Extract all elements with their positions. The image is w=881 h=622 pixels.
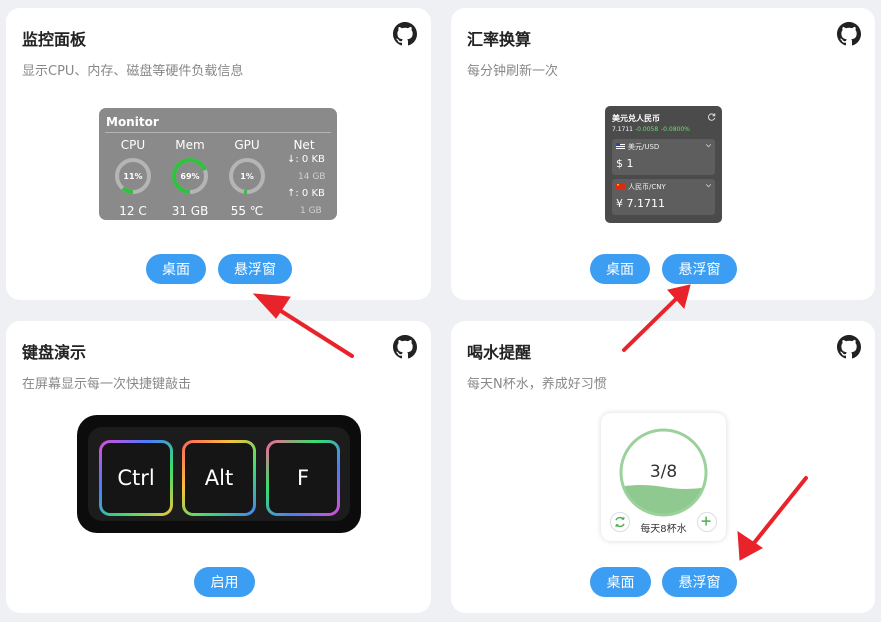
chevron-down-icon bbox=[706, 184, 711, 188]
key-ctrl: Ctrl bbox=[99, 440, 173, 516]
desktop-button[interactable]: 桌面 bbox=[146, 254, 206, 284]
github-icon[interactable] bbox=[393, 335, 417, 359]
to-amount-output: ¥ 7.1711 bbox=[616, 197, 665, 210]
net-upload: ↑: 0 KB bbox=[287, 188, 325, 199]
github-icon[interactable] bbox=[837, 335, 861, 359]
key-label: F bbox=[269, 443, 337, 513]
cpu-percent: 11% bbox=[123, 172, 142, 181]
water-widget-preview: 3/8 每天8杯水 bbox=[601, 413, 726, 541]
gpu-temp: 55 ℃ bbox=[230, 204, 264, 218]
key-label: Ctrl bbox=[102, 443, 170, 513]
divider bbox=[105, 132, 331, 133]
chevron-down-icon bbox=[706, 144, 711, 148]
mem-gauge: 69% bbox=[172, 158, 208, 194]
card-keyboard: 键盘演示 在屏幕显示每一次快捷键敲击 Ctrl Alt F 启用 bbox=[6, 321, 431, 613]
gpu-label: GPU bbox=[234, 138, 260, 152]
net-download-total: 14 GB bbox=[298, 172, 326, 182]
card-title: 汇率换算 bbox=[467, 30, 532, 49]
card-description: 每分钟刷新一次 bbox=[467, 64, 559, 79]
enable-button[interactable]: 启用 bbox=[194, 567, 255, 597]
from-amount-input[interactable]: $ 1 bbox=[616, 157, 634, 170]
add-cup-button[interactable] bbox=[697, 512, 717, 532]
key-f: F bbox=[266, 440, 340, 516]
card-monitor: 监控面板 显示CPU、内存、磁盘等硬件负载信息 Monitor CPU Mem … bbox=[6, 8, 431, 300]
key-label: Alt bbox=[185, 443, 253, 513]
card-description: 显示CPU、内存、磁盘等硬件负载信息 bbox=[22, 64, 244, 79]
mem-percent: 69% bbox=[180, 172, 199, 181]
card-title: 喝水提醒 bbox=[467, 343, 532, 362]
net-label: Net bbox=[293, 138, 315, 152]
float-window-button[interactable]: 悬浮窗 bbox=[662, 567, 737, 597]
gpu-gauge: 1% bbox=[229, 158, 265, 194]
card-title: 键盘演示 bbox=[22, 343, 87, 362]
cpu-gauge: 11% bbox=[115, 158, 151, 194]
monitor-widget-preview: Monitor CPU Mem GPU Net 11% 69% 1% 12 C … bbox=[99, 108, 337, 220]
mem-used: 31 GB bbox=[171, 204, 209, 218]
keyboard-widget-preview: Ctrl Alt F bbox=[77, 415, 361, 533]
card-title: 监控面板 bbox=[22, 30, 87, 49]
monitor-widget-title: Monitor bbox=[106, 115, 159, 129]
card-description: 每天N杯水，养成好习惯 bbox=[467, 377, 607, 392]
net-upload-total: 1 GB bbox=[300, 206, 322, 216]
to-currency-select[interactable]: 人民币/CNY bbox=[628, 182, 666, 192]
exchange-widget-title: 美元兑人民币 bbox=[612, 114, 660, 123]
refresh-icon[interactable] bbox=[708, 113, 716, 121]
plus-icon bbox=[701, 516, 711, 526]
rate-change-percent: -0.0800% bbox=[661, 126, 690, 133]
cn-flag-icon bbox=[616, 183, 625, 189]
from-currency-box[interactable]: 美元/USD $ 1 bbox=[612, 139, 715, 175]
exchange-widget-preview: 美元兑人民币 7.1711 -0.0058 -0.0800% 美元/USD $ … bbox=[605, 106, 722, 223]
gpu-percent: 1% bbox=[240, 172, 254, 181]
us-flag-icon bbox=[616, 143, 625, 149]
float-window-button[interactable]: 悬浮窗 bbox=[218, 254, 292, 284]
float-window-button[interactable]: 悬浮窗 bbox=[662, 254, 737, 284]
github-icon[interactable] bbox=[393, 22, 417, 46]
cpu-temp: 12 C bbox=[119, 204, 147, 218]
key-alt: Alt bbox=[182, 440, 256, 516]
cpu-label: CPU bbox=[120, 138, 146, 152]
card-description: 在屏幕显示每一次快捷键敲击 bbox=[22, 377, 192, 392]
to-currency-box[interactable]: 人民币/CNY ¥ 7.1711 bbox=[612, 179, 715, 215]
rate-change: -0.0058 bbox=[635, 126, 659, 133]
github-icon[interactable] bbox=[837, 22, 861, 46]
from-currency-select[interactable]: 美元/USD bbox=[628, 142, 659, 152]
desktop-button[interactable]: 桌面 bbox=[590, 567, 651, 597]
card-water: 喝水提醒 每天N杯水，养成好习惯 3/8 每天8杯水 桌面 悬浮窗 bbox=[451, 321, 875, 613]
water-count: 3/8 bbox=[649, 462, 678, 482]
desktop-button[interactable]: 桌面 bbox=[590, 254, 650, 284]
card-exchange: 汇率换算 每分钟刷新一次 美元兑人民币 7.1711 -0.0058 -0.08… bbox=[451, 8, 875, 300]
exchange-rate: 7.1711 bbox=[612, 126, 633, 133]
net-download: ↓: 0 KB bbox=[287, 154, 325, 165]
mem-label: Mem bbox=[175, 138, 205, 152]
